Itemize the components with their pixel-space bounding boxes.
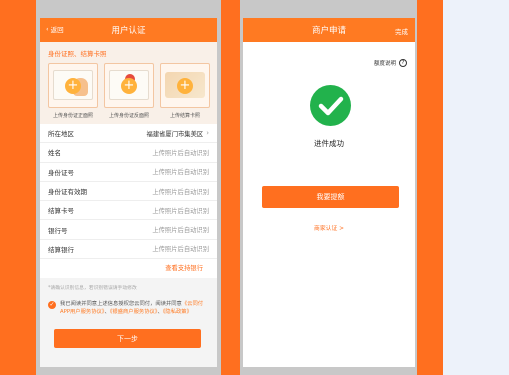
question-mark-icon: ? <box>399 59 407 67</box>
field-label: 姓名 <box>48 149 61 158</box>
back-button[interactable]: ‹ 返回 <box>46 24 64 34</box>
phone-screen-user-verification: ‹ 返回 用户认证 身份证照、结算卡照 + 上传身份证正面照 + 上传身份证反面… <box>40 18 217 367</box>
agreement: ✓ 我已阅读并同意上述信息授权您云同付，阅读并同意《云同付APP用户服务协议》、… <box>40 297 217 319</box>
field-value: 福建省厦门市集美区 <box>146 130 204 138</box>
success-check-icon <box>310 85 351 126</box>
merchant-verification-link[interactable]: 商家认证 > <box>243 223 415 232</box>
checkmark-icon <box>318 96 344 116</box>
page-title: 商户申请 <box>311 26 346 36</box>
field-label: 身份证号 <box>48 168 74 177</box>
bank-card-photo: + <box>160 63 210 108</box>
chevron-right-icon: › <box>206 129 209 138</box>
field-label: 银行号 <box>48 226 68 235</box>
right-orange-band <box>415 0 443 375</box>
success-status-text: 进件成功 <box>314 139 344 148</box>
field-value: 上传照片后自动识别 <box>152 188 209 196</box>
card-caption: 上传身份证正面照 <box>52 113 93 119</box>
field-value: 上传照片后自动识别 <box>152 246 209 254</box>
agreement-statement: 我已阅读并同意上述信息授权您云同付，阅读并同意 <box>60 301 182 308</box>
quota-help-label: 额度说明 <box>373 61 396 67</box>
field-label: 结算银行 <box>48 245 74 254</box>
bank-card-upload-card[interactable]: + 上传结算卡照 <box>160 63 210 124</box>
bank-number-field[interactable]: 银行号 上传照片后自动识别 <box>40 220 217 240</box>
card-caption: 上传身份证反面照 <box>108 113 149 119</box>
hint-note: *请确认识别信息，若识别错误请手动修改 <box>48 286 137 292</box>
upload-cards: + 上传身份证正面照 + 上传身份证反面照 + 上传结算卡照 <box>40 63 217 124</box>
supported-banks-link[interactable]: 查看支持银行 <box>40 259 217 279</box>
name-field[interactable]: 姓名 上传照片后自动识别 <box>40 143 217 163</box>
field-value: 上传照片后自动识别 <box>152 149 209 157</box>
page-title: 用户认证 <box>111 26 146 36</box>
plus-icon: + <box>121 78 137 94</box>
app-bar: 商户申请 完成 <box>243 18 415 42</box>
plus-icon: + <box>65 78 81 94</box>
check-icon[interactable]: ✓ <box>48 301 56 310</box>
id-validity-field[interactable]: 身份证有效期 上传照片后自动识别 <box>40 182 217 202</box>
plus-icon: + <box>177 78 193 94</box>
card-caption: 上传结算卡照 <box>169 113 200 119</box>
agreement-text: 我已阅读并同意上述信息授权您云同付，阅读并同意《云同付APP用户服务协议》、《银… <box>60 301 204 316</box>
id-front-upload-card[interactable]: + 上传身份证正面照 <box>48 63 98 124</box>
settlement-card-field[interactable]: 结算卡号 上传照片后自动识别 <box>40 201 217 221</box>
field-value: 上传照片后自动识别 <box>152 207 209 215</box>
field-value: 上传照片后自动识别 <box>152 169 209 177</box>
phone-screen-merchant-application: 商户申请 完成 额度说明 ? 进件成功 我要提额 商家认证 > <box>243 18 415 367</box>
field-label: 结算卡号 <box>48 207 74 216</box>
right-side-panel <box>443 0 509 375</box>
app-bar: ‹ 返回 用户认证 <box>40 18 217 42</box>
id-back-upload-card[interactable]: + 上传身份证反面照 <box>104 63 154 124</box>
id-back-photo: + <box>104 63 154 108</box>
left-orange-background <box>0 0 36 375</box>
chevron-left-icon: ‹ <box>46 25 49 33</box>
back-label: 返回 <box>50 26 64 34</box>
form-fields: 所在地区 福建省厦门市集美区 › 姓名 上传照片后自动识别 身份证号 上传照片后… <box>40 124 217 260</box>
merchant-service-agreement-link[interactable]: 《银盛商户服务协议》 <box>110 309 158 315</box>
quota-help[interactable]: 额度说明 ? <box>374 59 407 67</box>
settlement-bank-field[interactable]: 结算银行 上传照片后自动识别 <box>40 240 217 260</box>
field-value: 上传照片后自动识别 <box>152 227 209 235</box>
done-button[interactable]: 完成 <box>395 26 408 36</box>
id-number-field[interactable]: 身份证号 上传照片后自动识别 <box>40 163 217 182</box>
region-field[interactable]: 所在地区 福建省厦门市集美区 › <box>40 124 217 144</box>
next-step-button[interactable]: 下一步 <box>54 329 201 349</box>
center-orange-divider <box>218 0 242 375</box>
raise-limit-button[interactable]: 我要提额 <box>262 186 399 208</box>
field-label: 所在地区 <box>48 130 74 139</box>
field-label: 身份证有效期 <box>48 188 87 197</box>
section-title: 身份证照、结算卡照 <box>40 42 217 63</box>
privacy-policy-link[interactable]: 《隐私政策》 <box>163 309 192 315</box>
id-front-photo: + <box>48 63 98 108</box>
